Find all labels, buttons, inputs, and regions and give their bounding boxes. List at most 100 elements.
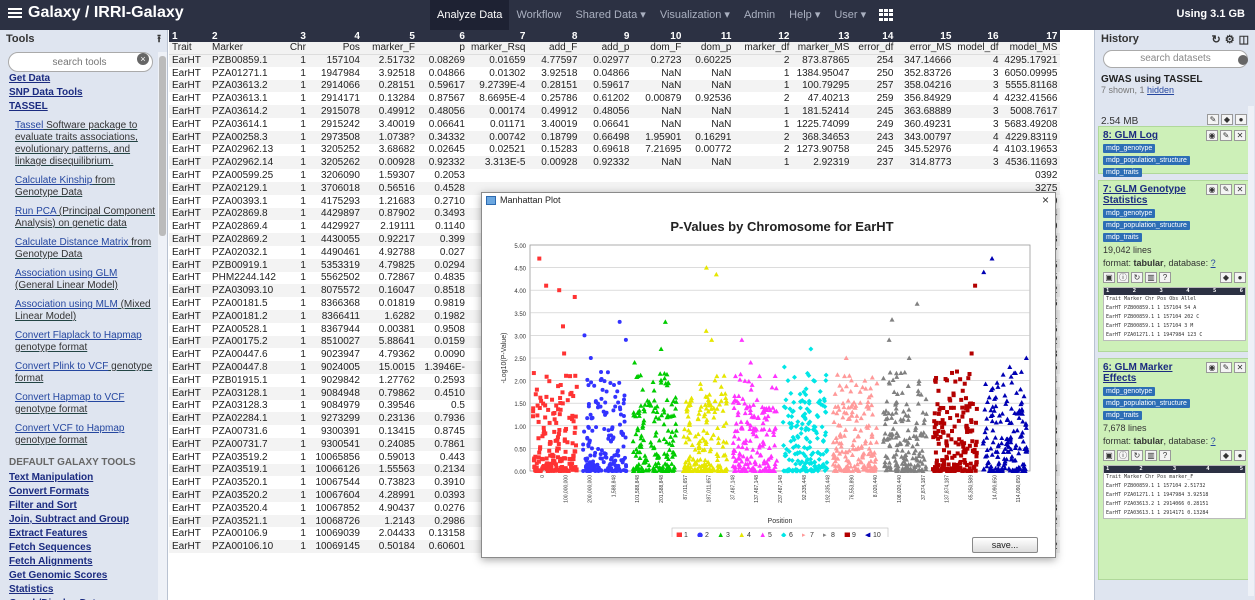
- tool-section-link[interactable]: SNP Data Tools: [9, 87, 158, 99]
- visualize-icon[interactable]: ▥: [1145, 272, 1157, 283]
- tool-panel-scrollbar[interactable]: [158, 52, 167, 600]
- edit-icon[interactable]: ✎: [1207, 114, 1219, 125]
- tool-link-name[interactable]: Calculate Kinship: [15, 175, 92, 186]
- column-number[interactable]: 13: [792, 30, 853, 42]
- nav-item-2[interactable]: Shared Data ▾: [568, 0, 652, 30]
- tool-link-name[interactable]: Association using MLM: [15, 299, 118, 310]
- tool-link-name[interactable]: Tassel: [15, 120, 43, 131]
- nav-item-5[interactable]: Help ▾: [782, 0, 827, 30]
- tool-section-link[interactable]: Text Manipulation: [9, 472, 158, 484]
- tool-link[interactable]: Calculate Kinship from Genotype Data: [9, 175, 158, 199]
- visualize-icon[interactable]: ▥: [1145, 450, 1157, 461]
- nav-item-4[interactable]: Admin: [737, 0, 782, 30]
- nav-item-1[interactable]: Workflow: [509, 0, 568, 30]
- tool-section-link[interactable]: Fetch Sequences: [9, 542, 158, 554]
- tool-link[interactable]: Tassel Software package to evaluate trai…: [9, 120, 158, 168]
- column-number[interactable]: 17: [1001, 30, 1061, 42]
- dataset-tag[interactable]: mdp_population_structure: [1103, 399, 1190, 408]
- nav-item-0[interactable]: Analyze Data: [430, 0, 510, 30]
- tool-link[interactable]: Association using GLM (General Linear Mo…: [9, 268, 158, 292]
- column-number[interactable]: 3: [278, 30, 309, 42]
- tool-link-name[interactable]: Run PCA: [15, 206, 56, 217]
- info-icon[interactable]: ⓘ: [1117, 272, 1129, 283]
- refresh-icon[interactable]: ↻: [1212, 33, 1221, 46]
- tool-link-name[interactable]: Convert Flaplack to Hapmap: [15, 330, 142, 341]
- tool-link[interactable]: Convert Flaplack to Hapmap genotype form…: [9, 330, 158, 354]
- eye-icon[interactable]: ◉: [1206, 362, 1218, 373]
- help-icon[interactable]: ?: [1159, 450, 1171, 461]
- column-number[interactable]: 4: [308, 30, 363, 42]
- eye-icon[interactable]: ◉: [1206, 184, 1218, 195]
- history-dataset[interactable]: 6: GLM Marker Effects ◉ ✎ ✕ mdp_genotype mdp_…: [1098, 358, 1251, 580]
- tag-icon[interactable]: ◆: [1221, 114, 1233, 125]
- nav-item-6[interactable]: User ▾: [827, 0, 873, 30]
- dataset-tag[interactable]: mdp_traits: [1103, 411, 1142, 420]
- db-value[interactable]: ?: [1211, 436, 1216, 446]
- column-number[interactable]: 15: [896, 30, 955, 42]
- tool-link-name[interactable]: Calculate Distance Matrix: [15, 237, 128, 248]
- help-icon[interactable]: ?: [1159, 272, 1171, 283]
- history-name[interactable]: GWAS using TASSEL: [1095, 70, 1255, 85]
- tool-section-link[interactable]: Statistics: [9, 584, 158, 596]
- clear-search-icon[interactable]: ×: [137, 53, 149, 65]
- column-number[interactable]: 9: [580, 30, 633, 42]
- column-number[interactable]: 12: [734, 30, 793, 42]
- tool-section-link[interactable]: Get Genomic Scores: [9, 570, 158, 582]
- dataset-title[interactable]: 7: GLM Genotype Statistics: [1103, 184, 1203, 206]
- history-dataset[interactable]: 7: GLM Genotype Statistics ◉ ✎ ✕ mdp_genotyp…: [1098, 180, 1251, 352]
- tool-link[interactable]: Run PCA (Principal Component Analysis) o…: [9, 206, 158, 230]
- clear-search-icon[interactable]: [1238, 55, 1248, 65]
- column-number[interactable]: 2: [209, 30, 279, 42]
- tool-link-name[interactable]: Association using GLM: [15, 268, 117, 279]
- hidden-link[interactable]: hidden: [1147, 85, 1174, 95]
- dataset-tag[interactable]: mdp_population_structure: [1103, 156, 1190, 165]
- delete-icon[interactable]: ✕: [1234, 184, 1246, 195]
- tag-icon[interactable]: ◆: [1220, 450, 1232, 461]
- brand[interactable]: Galaxy / IRRI-Galaxy: [8, 4, 184, 22]
- tool-section-link[interactable]: Extract Features: [9, 528, 158, 540]
- column-number[interactable]: 5: [362, 30, 418, 42]
- delete-icon[interactable]: ✕: [1234, 362, 1246, 373]
- history-scrollbar[interactable]: [1248, 106, 1254, 596]
- tool-link-name[interactable]: Convert VCF to Hapmap: [15, 423, 125, 434]
- nav-item-3[interactable]: Visualization ▾: [653, 0, 737, 30]
- dataset-tag[interactable]: mdp_traits: [1103, 233, 1142, 242]
- rerun-icon[interactable]: ↻: [1131, 450, 1143, 461]
- eye-icon[interactable]: ◉: [1206, 130, 1218, 141]
- delete-icon[interactable]: ✕: [1234, 130, 1246, 141]
- column-number[interactable]: 1: [169, 30, 209, 42]
- window-titlebar[interactable]: Manhattan Plot: [482, 193, 1055, 207]
- comment-icon[interactable]: ●: [1235, 114, 1247, 125]
- tag-icon[interactable]: ◆: [1220, 272, 1232, 283]
- pencil-icon[interactable]: ✎: [1220, 184, 1232, 195]
- tool-link[interactable]: Convert Plink to VCF genotype format: [9, 361, 158, 385]
- tool-link[interactable]: Convert VCF to Hapmap genotype format: [9, 423, 158, 447]
- column-number[interactable]: 8: [528, 30, 581, 42]
- tool-section-link[interactable]: Join, Subtract and Group: [9, 514, 158, 526]
- column-number[interactable]: 10: [632, 30, 685, 42]
- tool-search-input[interactable]: [8, 52, 153, 72]
- dataset-tag[interactable]: mdp_genotype: [1103, 144, 1156, 153]
- tool-link-name[interactable]: Convert Hapmap to VCF: [15, 392, 125, 403]
- comment-icon[interactable]: ●: [1234, 450, 1246, 461]
- gear-icon[interactable]: ⚙: [1225, 33, 1235, 46]
- dataset-tag[interactable]: mdp_traits: [1103, 168, 1142, 177]
- comment-icon[interactable]: ●: [1234, 272, 1246, 283]
- dataset-title[interactable]: 8: GLM Log: [1103, 130, 1203, 141]
- column-number[interactable]: 11: [684, 30, 735, 42]
- dataset-tag[interactable]: mdp_population_structure: [1103, 221, 1190, 230]
- upload-icon[interactable]: ⭱: [157, 30, 161, 49]
- tool-link[interactable]: Association using MLM (Mixed Linear Mode…: [9, 299, 158, 323]
- info-icon[interactable]: ⓘ: [1117, 450, 1129, 461]
- tool-section-link[interactable]: TASSEL: [9, 101, 158, 113]
- dataset-tag[interactable]: mdp_genotype: [1103, 209, 1156, 218]
- tool-section-link[interactable]: Get Data: [9, 73, 158, 85]
- tool-section-link[interactable]: Convert Formats: [9, 486, 158, 498]
- column-number[interactable]: 6: [417, 30, 468, 42]
- close-icon[interactable]: ×: [1042, 193, 1049, 207]
- tool-section-link[interactable]: Filter and Sort: [9, 500, 158, 512]
- tool-section-link[interactable]: Fetch Alignments: [9, 556, 158, 568]
- dataset-title[interactable]: 6: GLM Marker Effects: [1103, 362, 1203, 384]
- tool-link[interactable]: Calculate Distance Matrix from Genotype …: [9, 237, 158, 261]
- dataset-tag[interactable]: mdp_genotype: [1103, 387, 1156, 396]
